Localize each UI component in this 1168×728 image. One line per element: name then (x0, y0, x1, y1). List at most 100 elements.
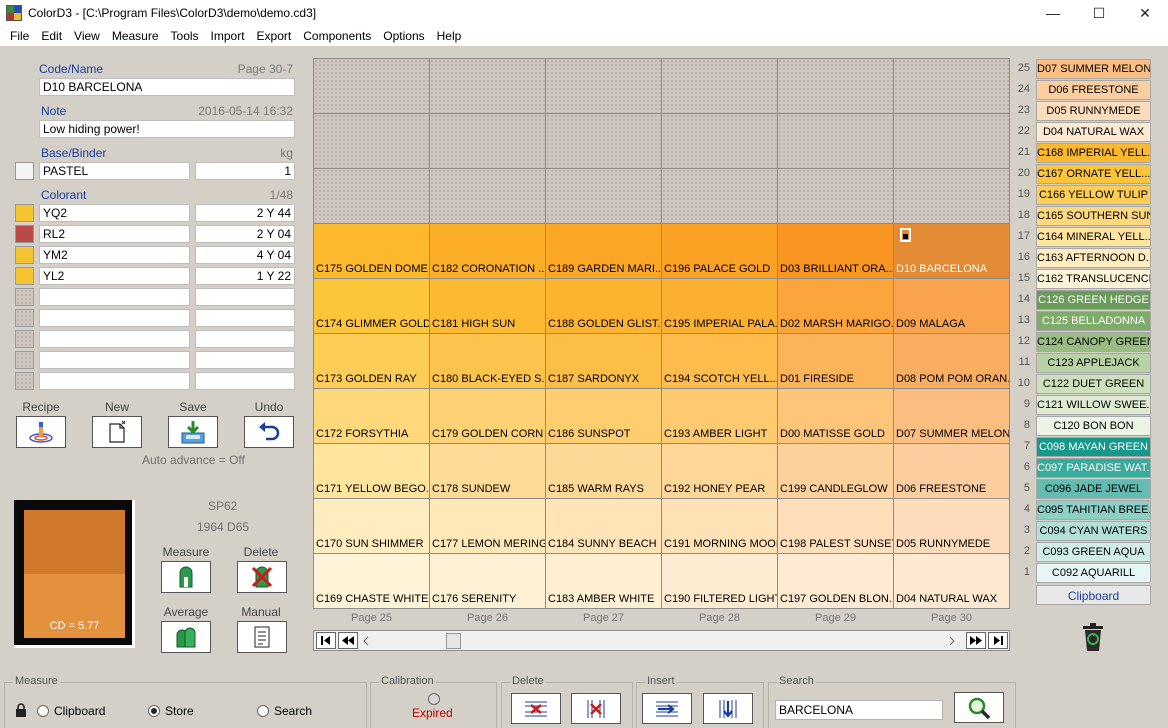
colorant-swatch[interactable] (15, 267, 34, 285)
grid-cell[interactable]: C199 CANDLEGLOW (778, 444, 893, 498)
grid-cell[interactable]: C173 GOLDEN RAY (314, 334, 429, 388)
grid-cell[interactable]: D02 MARSH MARIGO... (778, 279, 893, 333)
code-name-field[interactable]: D10 BARCELONA (39, 78, 295, 96)
delete-row-button[interactable] (511, 693, 561, 724)
grid-cell-empty[interactable] (778, 169, 893, 223)
colorant-swatch[interactable] (15, 309, 34, 327)
grid-cell[interactable]: C190 FILTERED LIGHT (662, 554, 777, 608)
grid-cell[interactable]: C177 LEMON MERING... (430, 499, 545, 553)
grid-cell[interactable]: C186 SUNSPOT (546, 389, 661, 443)
grid-cell-selected[interactable]: D10 BARCELONA (894, 224, 1009, 278)
grid-cell-empty[interactable] (778, 114, 893, 168)
grid-cell-empty[interactable] (662, 169, 777, 223)
grid-cell[interactable]: C195 IMPERIAL PALA... (662, 279, 777, 333)
delete-measure-button[interactable] (237, 561, 287, 593)
grid-cell-empty[interactable] (430, 59, 545, 113)
grid-cell[interactable]: C183 AMBER WHITE (546, 554, 661, 608)
clipboard-item[interactable]: C121 WILLOW SWEE... (1036, 395, 1151, 415)
clipboard-item[interactable]: C124 CANOPY GREEN (1036, 332, 1151, 352)
grid-cell[interactable]: D05 RUNNYMEDE (894, 499, 1009, 553)
grid-cell[interactable]: C191 MORNING MOON (662, 499, 777, 553)
grid-cell[interactable]: C189 GARDEN MARI... (546, 224, 661, 278)
grid-cell[interactable]: C174 GLIMMER GOLD (314, 279, 429, 333)
colorant-amount-field[interactable] (195, 351, 295, 369)
clipboard-item[interactable]: C164 MINERAL YELL... (1036, 227, 1151, 247)
menu-file[interactable]: File (4, 29, 35, 43)
grid-cell[interactable]: C172 FORSYTHIA (314, 389, 429, 443)
grid-cell[interactable]: C178 SUNDEW (430, 444, 545, 498)
colorant-amount-field[interactable] (195, 372, 295, 390)
colorant-amount-field[interactable]: 2 Y 04 (195, 225, 295, 243)
measure-button[interactable] (161, 561, 211, 593)
base-amount-field[interactable]: 1 (195, 162, 295, 180)
clipboard-label[interactable]: Clipboard (1036, 585, 1151, 605)
clipboard-item[interactable]: C166 YELLOW TULIP (1036, 185, 1151, 205)
grid-cell-empty[interactable] (430, 169, 545, 223)
grid-cell[interactable]: C197 GOLDEN BLON... (778, 554, 893, 608)
grid-cell[interactable]: C198 PALEST SUNSET (778, 499, 893, 553)
clipboard-item[interactable]: C163 AFTERNOON D... (1036, 248, 1151, 268)
radio-clipboard[interactable] (37, 705, 49, 717)
grid-cell-empty[interactable] (662, 59, 777, 113)
grid-cell[interactable]: C187 SARDONYX (546, 334, 661, 388)
grid-cell[interactable]: C175 GOLDEN DOME (314, 224, 429, 278)
clipboard-item[interactable]: C094 CYAN WATERS (1036, 521, 1151, 541)
clipboard-item[interactable]: C122 DUET GREEN (1036, 374, 1151, 394)
colorant-amount-field[interactable]: 2 Y 44 (195, 204, 295, 222)
colorant-swatch[interactable] (15, 288, 34, 306)
minimize-button[interactable]: — (1030, 0, 1076, 26)
grid-cell[interactable]: C184 SUNNY BEACH (546, 499, 661, 553)
colorant-swatch[interactable] (15, 225, 34, 243)
menu-help[interactable]: Help (431, 29, 468, 43)
colorant-name-field[interactable] (39, 372, 190, 390)
clipboard-item[interactable]: D04 NATURAL WAX (1036, 122, 1151, 142)
clipboard-item[interactable]: C165 SOUTHERN SUN (1036, 206, 1151, 226)
clipboard-item[interactable]: C097 PARADISE WAT... (1036, 458, 1151, 478)
grid-cell[interactable]: C180 BLACK-EYED S... (430, 334, 545, 388)
grid-cell-empty[interactable] (546, 114, 661, 168)
radio-store[interactable] (148, 705, 160, 717)
grid-cell-empty[interactable] (546, 169, 661, 223)
menu-options[interactable]: Options (377, 29, 430, 43)
clipboard-item[interactable]: C123 APPLEJACK (1036, 353, 1151, 373)
grid-cell[interactable]: C170 SUN SHIMMER (314, 499, 429, 553)
lock-icon[interactable] (15, 703, 27, 717)
grid-cell[interactable]: D06 FREESTONE (894, 444, 1009, 498)
recipe-button[interactable] (16, 416, 66, 448)
grid-cell-empty[interactable] (894, 114, 1009, 168)
clipboard-item[interactable]: C120 BON BON (1036, 416, 1151, 436)
first-page-button[interactable] (316, 632, 336, 649)
grid-cell[interactable]: C188 GOLDEN GLIST... (546, 279, 661, 333)
clipboard-item[interactable]: C096 JADE JEWEL (1036, 479, 1151, 499)
menu-view[interactable]: View (68, 29, 106, 43)
last-page-button[interactable] (988, 632, 1008, 649)
base-swatch[interactable] (15, 162, 34, 180)
colorant-name-field[interactable] (39, 288, 190, 306)
colorant-amount-field[interactable] (195, 309, 295, 327)
grid-cell[interactable]: C179 GOLDEN CORN (430, 389, 545, 443)
recycle-bin[interactable] (1080, 620, 1106, 655)
grid-cell[interactable]: C196 PALACE GOLD (662, 224, 777, 278)
clipboard-item[interactable]: D05 RUNNYMEDE (1036, 101, 1151, 121)
grid-cell[interactable]: D08 POM POM ORAN... (894, 334, 1009, 388)
clipboard-item[interactable]: C162 TRANSLUCENCE (1036, 269, 1151, 289)
clipboard-item[interactable]: C093 GREEN AQUA (1036, 542, 1151, 562)
menu-edit[interactable]: Edit (35, 29, 68, 43)
grid-cell[interactable]: C185 WARM RAYS (546, 444, 661, 498)
insert-column-button[interactable] (703, 693, 753, 724)
grid-cell-empty[interactable] (778, 59, 893, 113)
page-scrollbar[interactable] (313, 630, 1010, 651)
grid-cell-empty[interactable] (314, 59, 429, 113)
clipboard-item[interactable]: C095 TAHITIAN BREE... (1036, 500, 1151, 520)
grid-cell[interactable]: D00 MATISSE GOLD (778, 389, 893, 443)
grid-cell[interactable]: C171 YELLOW BEGO... (314, 444, 429, 498)
close-button[interactable]: ✕ (1122, 0, 1168, 26)
clipboard-item[interactable]: C126 GREEN HEDGE (1036, 290, 1151, 310)
save-button[interactable] (168, 416, 218, 448)
delete-column-button[interactable] (571, 693, 621, 724)
colorant-name-field[interactable]: YM2 (39, 246, 190, 264)
colorant-amount-field[interactable]: 1 Y 22 (195, 267, 295, 285)
menu-tools[interactable]: Tools (165, 29, 205, 43)
grid-cell[interactable]: D03 BRILLIANT ORA... (778, 224, 893, 278)
previous-page-button[interactable] (338, 632, 358, 649)
